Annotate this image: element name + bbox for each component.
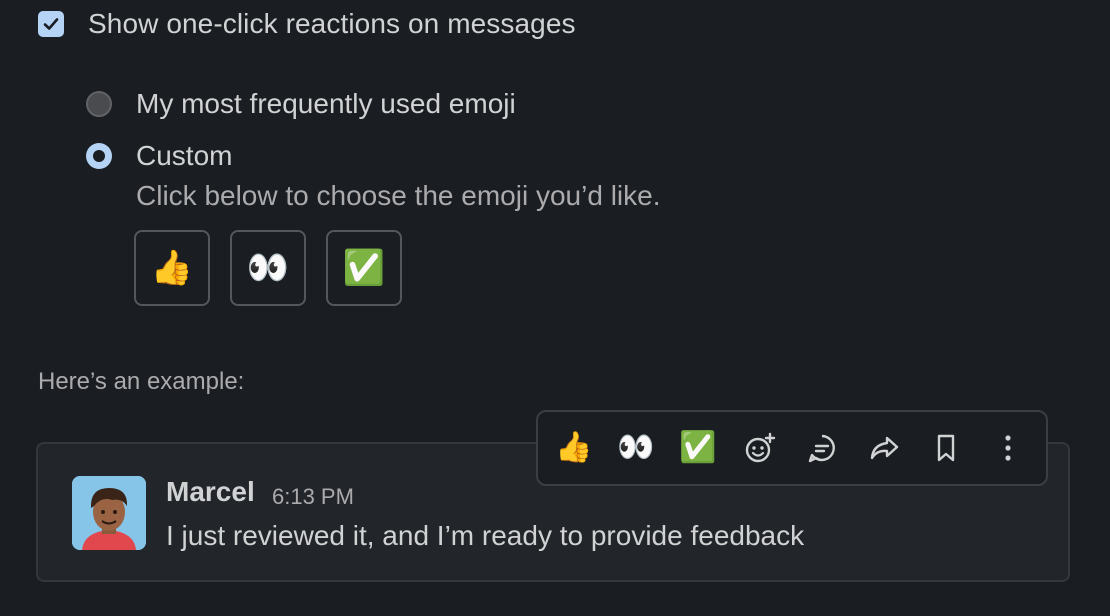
- checkmark-icon: [43, 18, 59, 30]
- option-custom-label: Custom: [136, 140, 233, 171]
- option-frequent-emoji-label: My most frequently used emoji: [136, 88, 516, 119]
- custom-hint: Click below to choose the emoji you’d li…: [136, 180, 661, 211]
- more-actions-icon: [1005, 435, 1011, 461]
- custom-emoji-picker: 👍 👀 ✅: [134, 230, 402, 306]
- message-text: I just reviewed it, and I’m ready to pro…: [166, 520, 805, 551]
- message-actions-toolbar: 👍 👀 ✅: [536, 410, 1048, 486]
- react-eyes-button[interactable]: 👀: [612, 424, 660, 472]
- show-reactions-checkbox[interactable]: [38, 11, 64, 37]
- option-frequent-emoji[interactable]: My most frequently used emoji: [86, 88, 516, 120]
- reply-in-thread-button[interactable]: [798, 424, 846, 472]
- show-reactions-label: Show one-click reactions on messages: [88, 8, 576, 39]
- forward-icon: [870, 436, 899, 460]
- custom-emoji-check-button[interactable]: ✅: [326, 230, 402, 306]
- radio-frequent-emoji[interactable]: [86, 91, 112, 117]
- react-thumbs-up-button[interactable]: 👍: [550, 424, 598, 472]
- custom-emoji-eyes-button[interactable]: 👀: [230, 230, 306, 306]
- message-sender[interactable]: Marcel: [166, 476, 255, 508]
- add-reaction-button[interactable]: [736, 424, 784, 472]
- bookmark-icon: [937, 434, 955, 462]
- more-actions-button[interactable]: [984, 424, 1032, 472]
- add-reaction-icon: [745, 432, 776, 463]
- option-custom[interactable]: Custom: [86, 140, 232, 172]
- preferences-panel: Show one-click reactions on messages My …: [0, 0, 1110, 616]
- custom-emoji-thumbs-up-button[interactable]: 👍: [134, 230, 210, 306]
- radio-custom[interactable]: [86, 143, 112, 169]
- show-reactions-row[interactable]: Show one-click reactions on messages: [38, 8, 576, 40]
- example-label: Here’s an example:: [38, 368, 245, 395]
- save-for-later-button[interactable]: [922, 424, 970, 472]
- react-check-button[interactable]: ✅: [674, 424, 722, 472]
- avatar: [72, 476, 146, 550]
- forward-message-button[interactable]: [860, 424, 908, 472]
- message-timestamp[interactable]: 6:13 PM: [272, 484, 354, 510]
- reply-thread-icon: [808, 434, 835, 463]
